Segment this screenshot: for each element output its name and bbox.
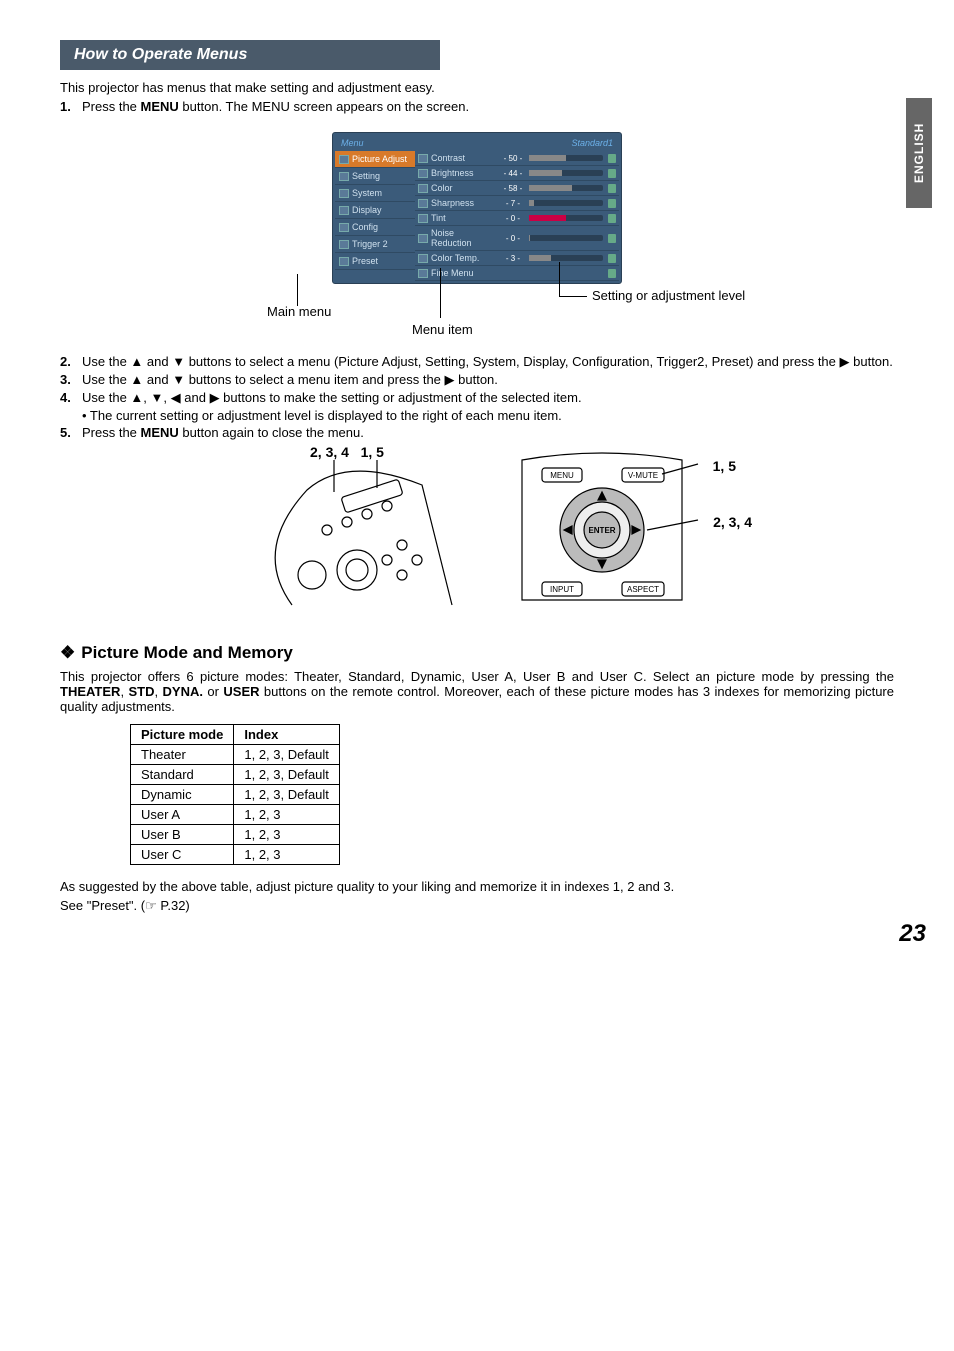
svg-text:ASPECT: ASPECT: [627, 585, 659, 594]
osd-sidebar: Picture Adjust Setting System Display Co…: [335, 151, 415, 281]
section-header: How to Operate Menus: [60, 40, 440, 70]
table-row: Dynamic1, 2, 3, Default: [131, 785, 340, 805]
picture-mode-heading: ❖Picture Mode and Memory: [60, 643, 894, 663]
after-table-text-1: As suggested by the above table, adjust …: [60, 879, 894, 894]
step-number: 5.: [60, 425, 82, 440]
after-table-text-2: See "Preset". (☞ P.32): [60, 898, 894, 914]
osd-title: Menu: [341, 138, 364, 148]
step-3: Use the ▲ and ▼ buttons to select a menu…: [82, 372, 894, 388]
table-row: User C1, 2, 3: [131, 845, 340, 865]
step-number: 3.: [60, 372, 82, 388]
page-number: 23: [899, 920, 926, 948]
callout-level: Setting or adjustment level: [592, 288, 745, 303]
step-5: Press the MENU button again to close the…: [82, 425, 894, 440]
picture-mode-paragraph: This projector offers 6 picture modes: T…: [60, 669, 894, 714]
svg-text:INPUT: INPUT: [550, 585, 574, 594]
callout-menu-item: Menu item: [412, 322, 473, 337]
picture-mode-table: Picture mode Index Theater1, 2, 3, Defau…: [130, 724, 340, 865]
intro-text: This projector has menus that make setti…: [60, 80, 894, 95]
osd-items: Contrast- 50 - Brightness- 44 - Color- 5…: [415, 151, 619, 281]
table-row: User B1, 2, 3: [131, 825, 340, 845]
step-number: 1.: [60, 99, 82, 114]
table-row: User A1, 2, 3: [131, 805, 340, 825]
table-row: Standard1, 2, 3, Default: [131, 765, 340, 785]
table-header-index: Index: [234, 725, 340, 745]
svg-text:V-MUTE: V-MUTE: [628, 471, 658, 480]
step-1: Press the MENU button. The MENU screen a…: [82, 99, 894, 114]
table-header-mode: Picture mode: [131, 725, 234, 745]
osd-preset: Standard1: [571, 138, 613, 148]
step-2: Use the ▲ and ▼ buttons to select a menu…: [82, 354, 894, 370]
callout-main-menu: Main menu: [267, 304, 331, 319]
step-number: 2.: [60, 354, 82, 370]
svg-text:MENU: MENU: [550, 471, 574, 480]
step-4: Use the ▲, ▼, ◀ and ▶ buttons to make th…: [82, 390, 894, 406]
control-panel-figure: 1, 5 2, 3, 4 ENTER MENU V-MUTE: [502, 450, 702, 613]
table-row: Theater1, 2, 3, Default: [131, 745, 340, 765]
svg-text:ENTER: ENTER: [588, 526, 615, 535]
osd-menu-figure: Menu Standard1 Picture Adjust Setting Sy…: [197, 132, 757, 344]
remote-control-figure: 2, 3, 4 1, 5: [252, 450, 462, 613]
lozenge-icon: ❖: [60, 643, 75, 662]
step-4-sub: • The current setting or adjustment leve…: [82, 408, 894, 423]
language-tab: ENGLISH: [906, 98, 932, 208]
step-number: 4.: [60, 390, 82, 406]
